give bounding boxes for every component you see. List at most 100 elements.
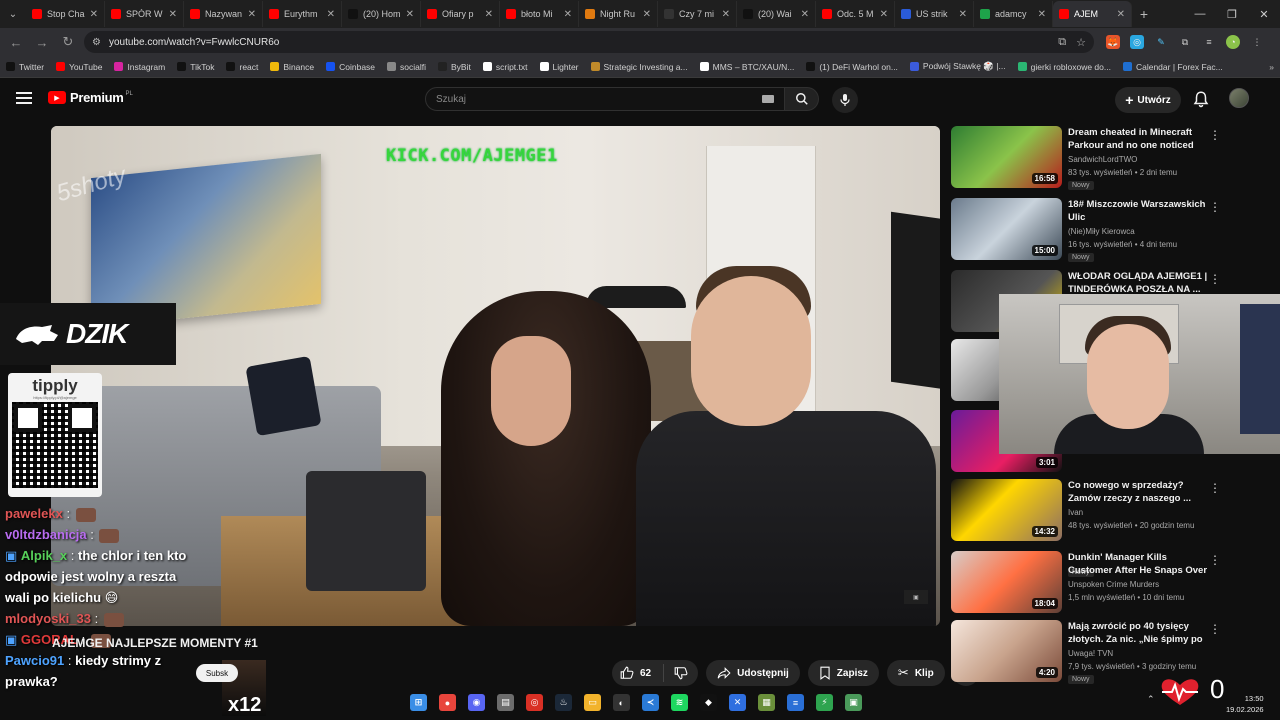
- windows-start-icon[interactable]: ⊞: [410, 694, 427, 711]
- browser-tab[interactable]: Night Ru ✕: [579, 1, 658, 27]
- more-options-icon[interactable]: ⋮: [1209, 128, 1221, 142]
- video-thumbnail[interactable]: 14:32: [951, 479, 1062, 541]
- chrome-icon[interactable]: ●: [439, 694, 456, 711]
- browser-tab[interactable]: błoto Mi ✕: [500, 1, 579, 27]
- x-app-icon[interactable]: ✕: [729, 694, 746, 711]
- close-window-icon[interactable]: ✕: [1248, 0, 1280, 28]
- browser-menu-icon[interactable]: ⋮: [1250, 35, 1264, 49]
- tab-close-icon[interactable]: ✕: [880, 9, 888, 20]
- bookmark-item[interactable]: MMS – BTC/XAU/N...: [699, 61, 794, 72]
- notifications-bell-icon[interactable]: [1192, 90, 1210, 108]
- translate-extension-icon[interactable]: ✎: [1154, 35, 1168, 49]
- obs-icon[interactable]: ◐: [613, 694, 630, 711]
- browser-tab[interactable]: (20) Wai ✕: [737, 1, 816, 27]
- channel-name[interactable]: Uwaga! TVN: [1068, 649, 1113, 658]
- bookmark-item[interactable]: Lighter: [539, 61, 579, 72]
- tray-chevron-icon[interactable]: ⌃: [1147, 694, 1155, 705]
- more-options-icon[interactable]: ⋮: [1209, 272, 1221, 286]
- more-options-icon[interactable]: ⋮: [1209, 481, 1221, 495]
- browser-tab[interactable]: adamcy ✕: [974, 1, 1053, 27]
- youtube-logo[interactable]: ▶ Premium PL: [48, 90, 133, 105]
- share-button[interactable]: Udostępnij: [706, 660, 800, 686]
- channel-name[interactable]: (Nie)Miły Kierowca: [1068, 227, 1135, 236]
- bookmark-item[interactable]: gierki robloxowe do...: [1017, 61, 1111, 72]
- browser-tab[interactable]: US strik ✕: [895, 1, 974, 27]
- tab-search-icon[interactable]: ⌄: [0, 0, 26, 28]
- maximize-icon[interactable]: ❐: [1216, 0, 1248, 28]
- recommended-video[interactable]: 15:00 18# Miszczowie Warszawskich Ulic ⋮ (N…: [951, 198, 1271, 266]
- chrome-alt-icon[interactable]: ◎: [526, 694, 543, 711]
- search-input[interactable]: Szukaj: [425, 87, 785, 111]
- fox-extension-icon[interactable]: 🦊: [1106, 35, 1120, 49]
- browser-tab[interactable]: SPÓR W ✕: [105, 1, 184, 27]
- address-bar[interactable]: ⚙ youtube.com/watch?v=FwwlcCNUR6o ⧉ ☆: [84, 31, 1094, 53]
- install-app-icon[interactable]: ⧉: [1058, 36, 1066, 49]
- recommended-title[interactable]: WŁODAR OGLĄDA AJEMGE1 | TINDERÓWKA POSZŁ…: [1068, 270, 1208, 296]
- more-options-icon[interactable]: ⋮: [1209, 200, 1221, 214]
- browser-tab[interactable]: Odc. 5 M ✕: [816, 1, 895, 27]
- notepad-icon[interactable]: ▤: [497, 694, 514, 711]
- bookmark-item[interactable]: Podwój Stawkę 🎲 |...: [909, 61, 1006, 72]
- tab-close-icon[interactable]: ✕: [643, 9, 651, 20]
- account-avatar[interactable]: [1229, 88, 1249, 108]
- video-thumbnail[interactable]: 16:58: [951, 126, 1062, 188]
- cube-icon[interactable]: ▣: [845, 694, 862, 711]
- browser-tab[interactable]: Ofiary p ✕: [421, 1, 500, 27]
- bookmark-item[interactable]: Coinbase: [326, 61, 375, 72]
- bookmark-item[interactable]: ByBit: [438, 61, 471, 72]
- bookmark-item[interactable]: react: [226, 61, 258, 72]
- video-thumbnail[interactable]: 15:00: [951, 198, 1062, 260]
- recommended-title[interactable]: Dunkin' Manager Kills Customer After He …: [1068, 551, 1208, 577]
- channel-name[interactable]: Ivan: [1068, 508, 1083, 517]
- recommended-video[interactable]: 18:04 Dunkin' Manager Kills Customer Afte…: [951, 551, 1271, 619]
- minimize-icon[interactable]: —: [1184, 0, 1216, 28]
- tab-close-icon[interactable]: ✕: [959, 9, 967, 20]
- dislike-button[interactable]: [664, 666, 698, 680]
- steam-icon[interactable]: ♨: [555, 694, 572, 711]
- docs-icon[interactable]: ≡: [787, 694, 804, 711]
- bookmark-item[interactable]: script.txt: [482, 61, 528, 72]
- reading-list-icon[interactable]: ≡: [1202, 35, 1216, 49]
- more-options-icon[interactable]: ⋮: [1209, 622, 1221, 636]
- site-info-icon[interactable]: ⚙: [92, 37, 101, 48]
- voice-search-button[interactable]: [832, 87, 858, 113]
- vscode-icon[interactable]: ≺: [642, 694, 659, 711]
- tab-close-icon[interactable]: ✕: [90, 9, 98, 20]
- game-icon[interactable]: ▦: [758, 694, 775, 711]
- tab-close-icon[interactable]: ✕: [169, 9, 177, 20]
- tab-close-icon[interactable]: ✕: [801, 9, 809, 20]
- browser-tab[interactable]: AJEM ✕: [1053, 1, 1132, 27]
- bookmark-item[interactable]: Instagram: [114, 61, 165, 72]
- recommended-video[interactable]: 14:32 Co nowego w sprzedaży? Zamów rzeczy…: [951, 479, 1271, 547]
- menu-icon[interactable]: [16, 92, 32, 104]
- browser-tab[interactable]: Czy 7 mi ✕: [658, 1, 737, 27]
- browser-tab[interactable]: (20) Hom ✕: [342, 1, 421, 27]
- browser-tab[interactable]: Nazywan ✕: [184, 1, 263, 27]
- bookmark-item[interactable]: Binance: [270, 61, 314, 72]
- bookmark-item[interactable]: Strategic Investing a...: [590, 61, 688, 72]
- video-thumbnail[interactable]: 4:20: [951, 620, 1062, 682]
- recommended-title[interactable]: 18# Miszczowie Warszawskich Ulic: [1068, 198, 1208, 224]
- save-button[interactable]: Zapisz: [807, 660, 879, 686]
- kick-icon[interactable]: ◆: [700, 694, 717, 711]
- tab-close-icon[interactable]: ✕: [564, 9, 572, 20]
- create-button[interactable]: + Utwórz: [1115, 87, 1181, 113]
- back-icon[interactable]: ←: [6, 32, 26, 52]
- discord-icon[interactable]: ◉: [468, 694, 485, 711]
- blue-extension-icon[interactable]: ◎: [1130, 35, 1144, 49]
- bookmarks-more-icon[interactable]: »: [1269, 62, 1274, 72]
- recommended-title[interactable]: Co nowego w sprzedaży? Zamów rzeczy z na…: [1068, 479, 1208, 505]
- subscribe-button[interactable]: Subsk: [196, 664, 238, 682]
- profile-icon[interactable]: ◔: [1226, 35, 1240, 49]
- search-button[interactable]: [785, 87, 819, 111]
- new-tab-button[interactable]: +: [1132, 6, 1156, 22]
- reload-icon[interactable]: ↻: [58, 32, 78, 52]
- recommended-video[interactable]: 16:58 Dream cheated in Minecraft Parkour …: [951, 126, 1271, 194]
- channel-name[interactable]: SandwichLordTWO: [1068, 155, 1137, 164]
- video-thumbnail[interactable]: 18:04: [951, 551, 1062, 613]
- bookmark-item[interactable]: Twitter: [6, 61, 44, 72]
- recommended-title[interactable]: Mają zwrócić po 40 tysięcy złotych. Za n…: [1068, 620, 1208, 646]
- puzzle-extensions-icon[interactable]: ⧉: [1178, 35, 1192, 49]
- bookmark-item[interactable]: Calendar | Forex Fac...: [1122, 61, 1223, 72]
- more-options-icon[interactable]: ⋮: [1209, 553, 1221, 567]
